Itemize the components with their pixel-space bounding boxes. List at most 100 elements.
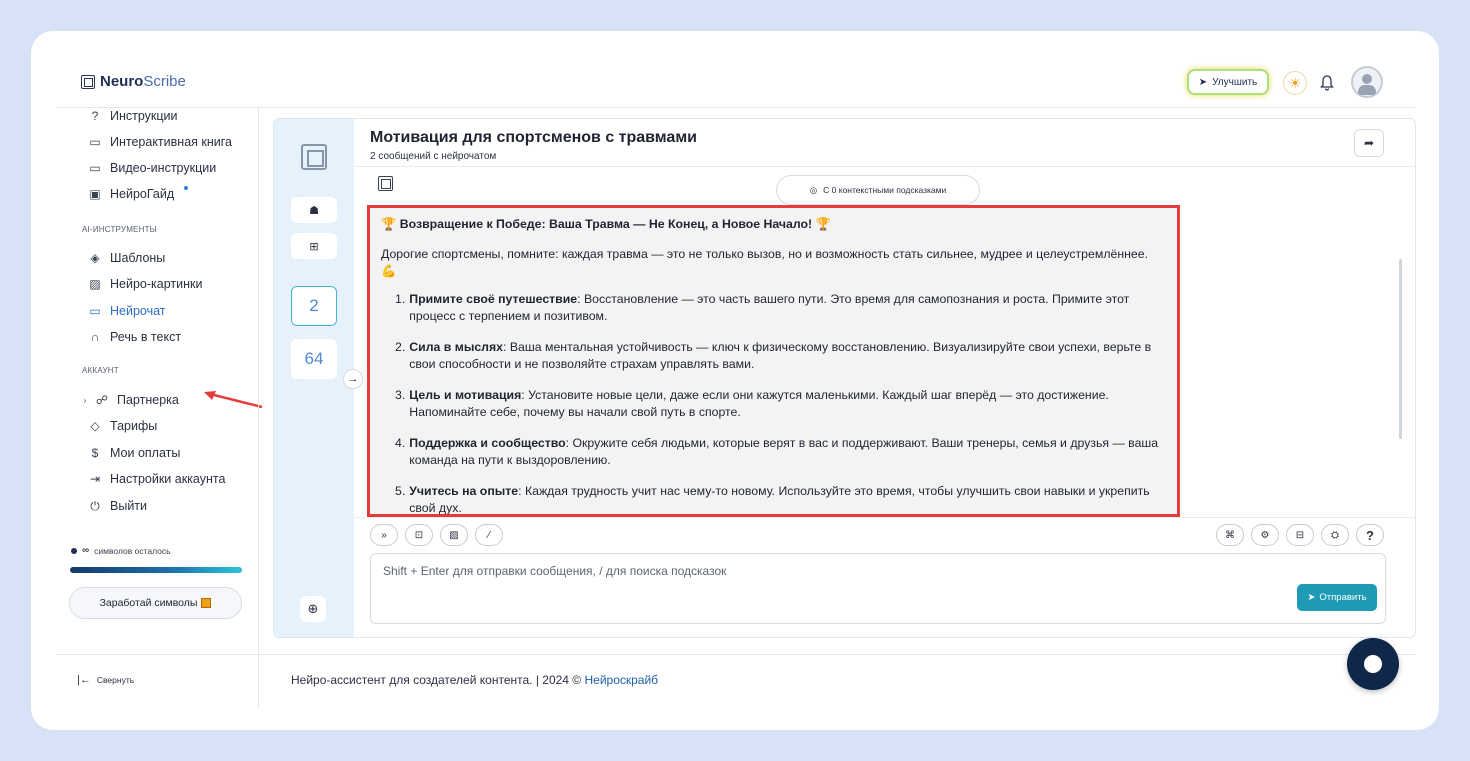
upgrade-label: Улучшить xyxy=(1212,76,1258,88)
list-item-text: : Ваша ментальная устойчивость — ключ к … xyxy=(409,340,1152,371)
sidebar-item-neurochat[interactable]: ▭ Нейрочат xyxy=(88,303,166,319)
bot-tool-button[interactable]: ⛭ xyxy=(1321,524,1349,546)
assistant-logo-icon xyxy=(378,176,393,191)
sidebar-item-neuroguide[interactable]: ▣ НейроГайд xyxy=(88,186,189,202)
send-button[interactable]: ➤ Отправить xyxy=(1297,584,1377,611)
chats-counter[interactable]: 2 xyxy=(291,286,337,326)
help-button[interactable]: ? xyxy=(1356,524,1384,546)
assistant-message: 🏆 Возвращение к Победе: Ваша Травма — Не… xyxy=(367,205,1180,517)
sidebar-item-instructions[interactable]: ? Инструкции xyxy=(88,108,178,124)
list-item: 5. Учитесь на опыте: Каждая трудность уч… xyxy=(395,483,1167,515)
characters-remaining-label: символов осталось xyxy=(94,545,171,556)
chevrons-down-icon: » xyxy=(381,529,387,541)
puzzle-icon: ⌘ xyxy=(1225,529,1235,541)
list-item-number: 2. xyxy=(395,340,406,354)
robot-icon: ⛭ xyxy=(1331,529,1339,541)
sidebar-item-label: Шаблоны xyxy=(110,251,166,265)
message-input[interactable] xyxy=(371,554,1385,623)
sidebar-item-label: Мои оплаты xyxy=(110,446,181,460)
support-chat-button[interactable] xyxy=(1347,638,1399,690)
message-intro-text: Дорогие спортсмены, помните: каждая трав… xyxy=(381,247,1149,261)
sidebar-item-label: Тарифы xyxy=(110,419,158,433)
chat-icon: ▭ xyxy=(89,304,101,318)
sidebar-item-interactive-book[interactable]: ▭ Интерактивная книга xyxy=(88,134,232,150)
magic-wand-icon: ⁄ xyxy=(488,529,490,541)
theme-toggle-sun-icon[interactable]: ☀ xyxy=(1283,71,1307,95)
headphones-icon: ∩ xyxy=(90,330,100,344)
characters-remaining: ∞ символов осталось xyxy=(71,545,171,556)
sidebar-item-label: Выйти xyxy=(110,499,148,513)
app-window: NeuroScribe ➤ Улучшить ☀ ? Инструкции ▭ … xyxy=(31,31,1439,730)
collapse-sidebar-button[interactable]: |← Свернуть xyxy=(77,674,134,686)
sidebar-item-label: Нейрочат xyxy=(110,304,166,318)
notifications-bell-icon[interactable] xyxy=(1315,71,1339,95)
sidebar-item-video-instructions[interactable]: ▭ Видео-инструкции xyxy=(88,160,216,176)
section-label-ai-tools: AI-ИНСТРУМЕНТЫ xyxy=(82,225,157,234)
new-chat-plus-icon[interactable]: ⊕ xyxy=(300,596,326,622)
rail-users-button[interactable]: ☗ xyxy=(291,197,337,223)
trophy-icon: 🏆 xyxy=(815,217,831,231)
sidebar-item-my-payments[interactable]: $ Мои оплаты xyxy=(88,445,181,461)
message-input-box[interactable] xyxy=(370,553,1386,624)
footer-link[interactable]: Нейроскрайб xyxy=(584,673,658,687)
sidebar-item-templates[interactable]: ◈ Шаблоны xyxy=(88,250,165,266)
users-icon: ☗ xyxy=(309,204,319,217)
sidebar-item-account-settings[interactable]: ⇥ Настройки аккаунта xyxy=(88,471,225,487)
list-item-title: Примите своё путешествие xyxy=(409,292,578,306)
message-list: 1. Примите своё путешествие: Восстановле… xyxy=(381,291,1167,515)
context-hints-label: С 0 контекстными подсказками xyxy=(823,185,947,195)
send-label: Отправить xyxy=(1319,592,1367,603)
collapse-tool-button[interactable]: » xyxy=(370,524,398,546)
message-heading-text: Возвращение к Победе: Ваша Травма — Не К… xyxy=(399,217,813,231)
list-item-number: 5. xyxy=(395,484,406,498)
list-item-title: Учитесь на опыте xyxy=(409,484,519,498)
dollar-icon: $ xyxy=(91,446,99,460)
earn-symbols-label: Заработай символы xyxy=(99,597,198,609)
video-icon: ▭ xyxy=(89,161,101,175)
earn-symbols-button[interactable]: Заработай символы xyxy=(69,587,242,619)
brand-name-light: Scribe xyxy=(143,73,186,90)
brand-name-bold: Neuro xyxy=(100,73,144,90)
user-avatar[interactable] xyxy=(1351,66,1383,98)
magic-tool-button[interactable]: ⁄ xyxy=(475,524,503,546)
footer-divider xyxy=(57,654,1415,655)
brand-logo[interactable]: NeuroScribe xyxy=(81,73,186,90)
rail-logo-icon xyxy=(301,144,327,170)
upgrade-button[interactable]: ➤ Улучшить xyxy=(1187,69,1269,95)
list-item-title: Сила в мыслях xyxy=(409,340,504,354)
share-icon: ➦ xyxy=(1363,136,1375,150)
layout-tool-button[interactable]: ⊟ xyxy=(1286,524,1314,546)
chat-rail: ☗ ⊞ 2 64 ⊕ xyxy=(274,119,354,637)
list-item: 1. Примите своё путешествие: Восстановле… xyxy=(395,291,1167,325)
plugins-tool-button[interactable]: ⌘ xyxy=(1216,524,1244,546)
message-scrollbar[interactable] xyxy=(1399,259,1402,439)
new-indicator-dot xyxy=(184,186,189,190)
settings-tool-button[interactable]: ⚙ xyxy=(1251,524,1279,546)
layers-icon: ◈ xyxy=(90,251,100,265)
expand-arrow-icon[interactable]: → xyxy=(343,369,363,389)
sidebar-item-speech-to-text[interactable]: ∩ Речь в текст xyxy=(88,329,181,345)
layout-icon: ⊟ xyxy=(1295,529,1305,541)
message-intro: Дорогие спортсмены, помните: каждая трав… xyxy=(381,246,1167,280)
sidebar-item-tariffs[interactable]: ◇ Тарифы xyxy=(88,418,157,434)
share-button[interactable]: ➦ xyxy=(1354,129,1384,157)
sidebar-item-label: Нейро-картинки xyxy=(110,277,203,291)
logo-icon xyxy=(81,74,95,89)
sidebar-item-neuro-images[interactable]: ▨ Нейро-картинки xyxy=(88,276,202,292)
sidebar-item-label: Речь в текст xyxy=(110,330,182,344)
list-item-text: : Каждая трудность учит нас чему-то ново… xyxy=(409,484,1150,515)
list-item: 3. Цель и мотивация: Установите новые це… xyxy=(395,387,1167,421)
secondary-counter[interactable]: 64 xyxy=(291,339,337,379)
sidebar-item-label: Интерактивная книга xyxy=(110,135,232,149)
image-tool-button[interactable]: ▨ xyxy=(440,524,468,546)
sidebar: ? Инструкции ▭ Интерактивная книга ▭ Вид… xyxy=(57,108,263,730)
annotation-arrow xyxy=(204,391,263,409)
context-hints-pill[interactable]: ◎ С 0 контекстными подсказками xyxy=(776,175,980,205)
sidebar-item-logout[interactable]: ⏻ Выйти xyxy=(88,498,147,514)
rail-grid-button[interactable]: ⊞ xyxy=(291,233,337,259)
sidebar-item-partner[interactable]: › ☍ Партнерка xyxy=(83,392,179,408)
chats-counter-value: 2 xyxy=(309,296,319,315)
list-item-title: Поддержка и сообщество xyxy=(409,436,566,450)
header-divider xyxy=(57,107,1415,108)
download-tool-button[interactable]: ⊡ xyxy=(405,524,433,546)
